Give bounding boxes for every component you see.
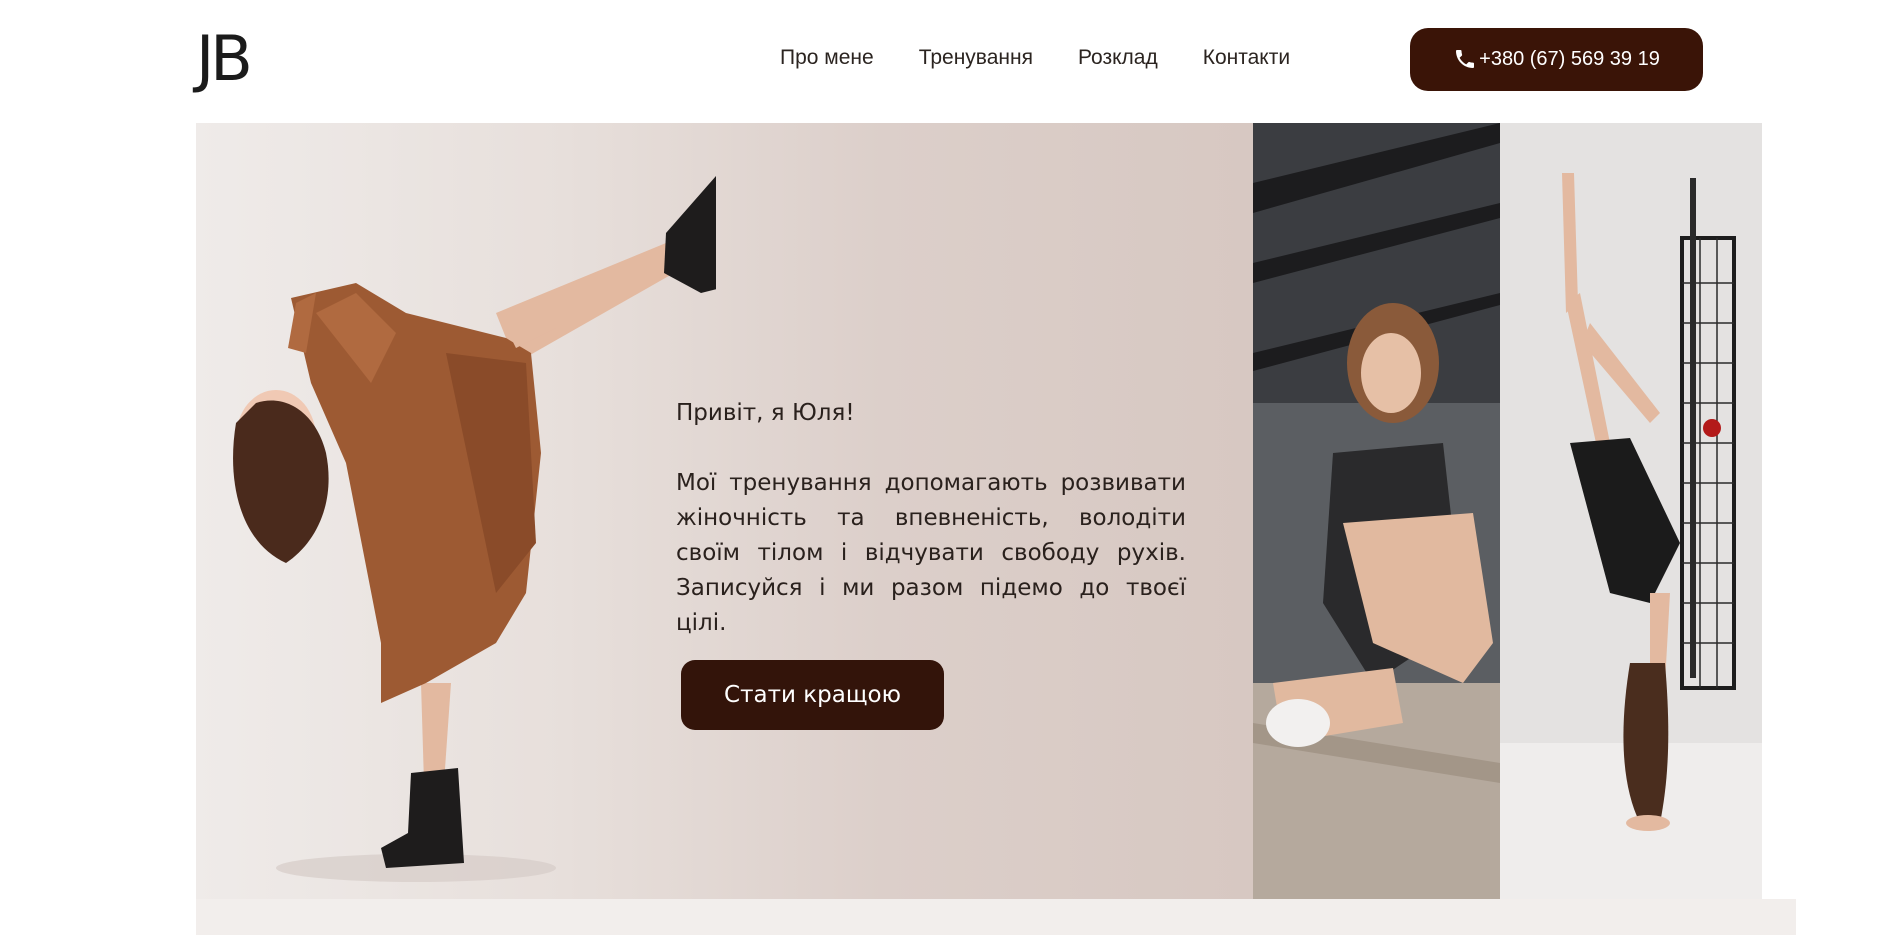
logo[interactable]: JB	[196, 28, 253, 90]
nav-link-about[interactable]: Про мене	[780, 46, 874, 70]
cta-button[interactable]: Стати кращою	[681, 660, 944, 730]
handstand-photo	[1500, 123, 1762, 899]
phone-button[interactable]: +380 (67) 569 39 19	[1410, 28, 1703, 91]
main-nav: Про мене Тренування Розклад Контакти	[780, 46, 1290, 70]
nav-link-schedule[interactable]: Розклад	[1078, 46, 1158, 70]
next-section-band	[196, 899, 1796, 935]
phone-icon	[1453, 43, 1477, 77]
phone-number: +380 (67) 569 39 19	[1479, 48, 1660, 70]
hero-section: Привіт, я Юля! Мої тренування допомагают…	[196, 123, 1253, 899]
site-header: JB Про мене Тренування Розклад Контакти …	[0, 0, 1889, 123]
hero-intro: Мої тренування допомагають розвивати жін…	[676, 470, 1186, 636]
nav-link-contacts[interactable]: Контакти	[1203, 46, 1290, 70]
hero-text-block: Привіт, я Юля! Мої тренування допомагают…	[676, 396, 1186, 641]
hero-greeting: Привіт, я Юля!	[676, 400, 855, 426]
nav-link-trainings[interactable]: Тренування	[919, 46, 1033, 70]
dancer-photo	[233, 176, 716, 882]
gym-photo-sitting	[1253, 123, 1500, 899]
